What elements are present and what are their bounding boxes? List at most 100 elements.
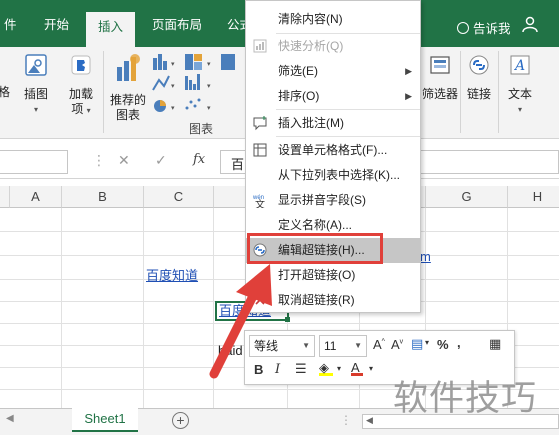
recommended-charts-label-2: 图表 <box>115 108 140 122</box>
recommended-charts-button[interactable]: 推荐的 图表 <box>107 51 149 123</box>
quick-analysis-icon <box>253 39 267 53</box>
svg-text:▾: ▾ <box>207 61 211 68</box>
watermark-text: 软件技巧 <box>393 379 538 419</box>
tell-me-label: 告诉我 <box>473 22 511 36</box>
illustrations-button[interactable]: 插图 ▾ <box>18 51 54 117</box>
decrease-font-icon[interactable]: Av <box>391 337 403 352</box>
menu-separator <box>276 136 420 137</box>
share-person-icon[interactable] <box>522 16 538 32</box>
chevron-down-icon: ▾ <box>33 105 38 114</box>
menu-item-label: 插入批注(M) <box>278 116 344 130</box>
menu-item-filter[interactable]: 筛选(E) ▶ <box>246 59 420 84</box>
comma-style-button[interactable]: , <box>457 335 461 350</box>
menu-item-label: 筛选(E) <box>278 64 318 78</box>
format-cells-icon <box>253 143 267 157</box>
text-label: 文本 ▾ <box>507 87 532 114</box>
text-icon: A <box>510 55 530 75</box>
menu-item-format-cells[interactable]: 设置单元格格式(F)... <box>246 138 420 163</box>
tell-me-box[interactable]: 告诉我 <box>457 18 511 37</box>
submenu-arrow-icon: ▶ <box>405 66 412 76</box>
table-button[interactable]: 格 <box>0 85 14 100</box>
recommended-charts-label-1: 推荐的 <box>109 93 146 107</box>
name-box[interactable] <box>0 150 68 174</box>
group-separator <box>498 51 499 133</box>
format-painter-icon[interactable]: ▦ <box>489 336 501 352</box>
text-button[interactable]: A 文本 ▾ <box>502 51 538 117</box>
link-icon <box>469 55 489 75</box>
highlight-annotation-box <box>247 233 383 264</box>
menu-item-label: 显示拼音字段(S) <box>278 193 366 207</box>
svg-text:A: A <box>513 58 525 74</box>
group-separator <box>460 51 461 133</box>
percent-style-button[interactable]: % <box>437 337 449 352</box>
insert-function-button[interactable]: fx <box>193 152 205 167</box>
accounting-format-icon[interactable]: ▤ <box>411 336 423 352</box>
stat-chart-icon <box>185 74 200 90</box>
select-all-corner[interactable] <box>0 186 10 208</box>
chart-types-gallery[interactable]: ▾ ▾ ▾ ▾ ▾ ▾ <box>151 52 243 114</box>
scroll-left-arrow-icon[interactable]: ◀ <box>366 415 373 426</box>
chevron-down-icon: ▾ <box>369 364 374 373</box>
column-header-g[interactable]: G <box>426 186 508 208</box>
font-size-value: 11 <box>324 339 337 353</box>
charts-group-label: 图表 <box>189 122 214 136</box>
tab-file[interactable]: 件 <box>0 10 21 47</box>
menu-item-pick-from-list[interactable]: 从下拉列表中选择(K)... <box>246 163 420 188</box>
menu-item-show-phonetic[interactable]: wén 文 显示拼音字段(S) <box>246 188 420 213</box>
menu-item-quick-analysis: 快速分析(Q) <box>246 34 420 59</box>
column-header-b[interactable]: B <box>62 186 144 208</box>
fill-color-icon[interactable]: ◈ <box>319 360 333 376</box>
addins-button[interactable]: 加载 项 ▾ <box>64 51 98 118</box>
font-color-icon[interactable]: A <box>351 360 363 376</box>
chevron-down-icon: ▼ <box>302 341 310 350</box>
menu-item-insert-comment[interactable]: 插入批注(M) <box>246 111 420 136</box>
pie-chart-icon <box>154 100 166 112</box>
svg-text:▾: ▾ <box>171 105 175 112</box>
chevron-down-icon: ▾ <box>337 364 342 373</box>
red-arrow-annotation <box>209 264 272 379</box>
hyperlink-cell-partial[interactable]: m <box>420 249 431 264</box>
menu-item-label: 快速分析(Q) <box>278 39 344 53</box>
tab-home[interactable]: 开始 <box>40 10 73 47</box>
scroll-left-icon[interactable]: ◀ <box>6 413 14 424</box>
menu-separator <box>276 109 420 110</box>
hyperlink-cell[interactable]: 百度知道 <box>146 265 198 284</box>
fill-handle[interactable] <box>285 317 290 322</box>
menu-item-label: 打开超链接(O) <box>278 268 356 282</box>
menu-item-clear-contents[interactable]: 清除内容(N) <box>246 7 420 32</box>
filter-label: 筛选器 <box>422 87 459 101</box>
sheet-tab-sheet1[interactable]: Sheet1 <box>72 408 138 432</box>
menu-item-sort[interactable]: 排序(O) ▶ <box>246 84 420 109</box>
table-button-label: 格 <box>0 85 10 99</box>
phonetic-icon: wén文 <box>252 195 265 208</box>
filter-button[interactable]: 筛选器 <box>422 51 458 102</box>
tab-insert[interactable]: 插入 <box>86 12 136 47</box>
svg-text:文: 文 <box>255 198 265 208</box>
addins-label-2: 项 ▾ <box>71 102 91 116</box>
column-header-h[interactable]: H <box>508 186 559 208</box>
cancel-icon[interactable]: ✕ <box>118 152 130 169</box>
svg-text:▾: ▾ <box>207 105 211 112</box>
svg-text:▾: ▾ <box>207 83 211 90</box>
line-chart-icon <box>152 75 170 91</box>
column-header-a[interactable]: A <box>10 186 62 208</box>
map-chart-icon <box>221 54 235 70</box>
font-size-dropdown[interactable]: 11 ▼ <box>319 335 367 357</box>
tab-page-layout[interactable]: 页面布局 <box>148 10 206 47</box>
align-center-icon[interactable]: ☰ <box>295 361 307 377</box>
chevron-down-icon: ▼ <box>354 341 362 350</box>
comment-icon <box>253 116 267 131</box>
addins-label-1: 加载 <box>68 87 93 101</box>
add-sheet-button[interactable]: + <box>172 412 189 429</box>
menu-item-label: 清除内容(N) <box>278 12 343 26</box>
illustrations-icon <box>25 54 47 76</box>
svg-text:▾: ▾ <box>171 61 175 68</box>
menu-item-label: 从下拉列表中选择(K)... <box>278 168 400 182</box>
svg-text:▾: ▾ <box>171 83 175 90</box>
increase-font-icon[interactable]: A^ <box>373 337 385 352</box>
enter-icon[interactable]: ✓ <box>155 152 167 169</box>
link-button[interactable]: 链接 <box>462 51 496 102</box>
column-header-c[interactable]: C <box>144 186 214 208</box>
menu-item-label: 设置单元格格式(F)... <box>278 143 388 157</box>
more-icon: ⋮ <box>340 413 352 427</box>
